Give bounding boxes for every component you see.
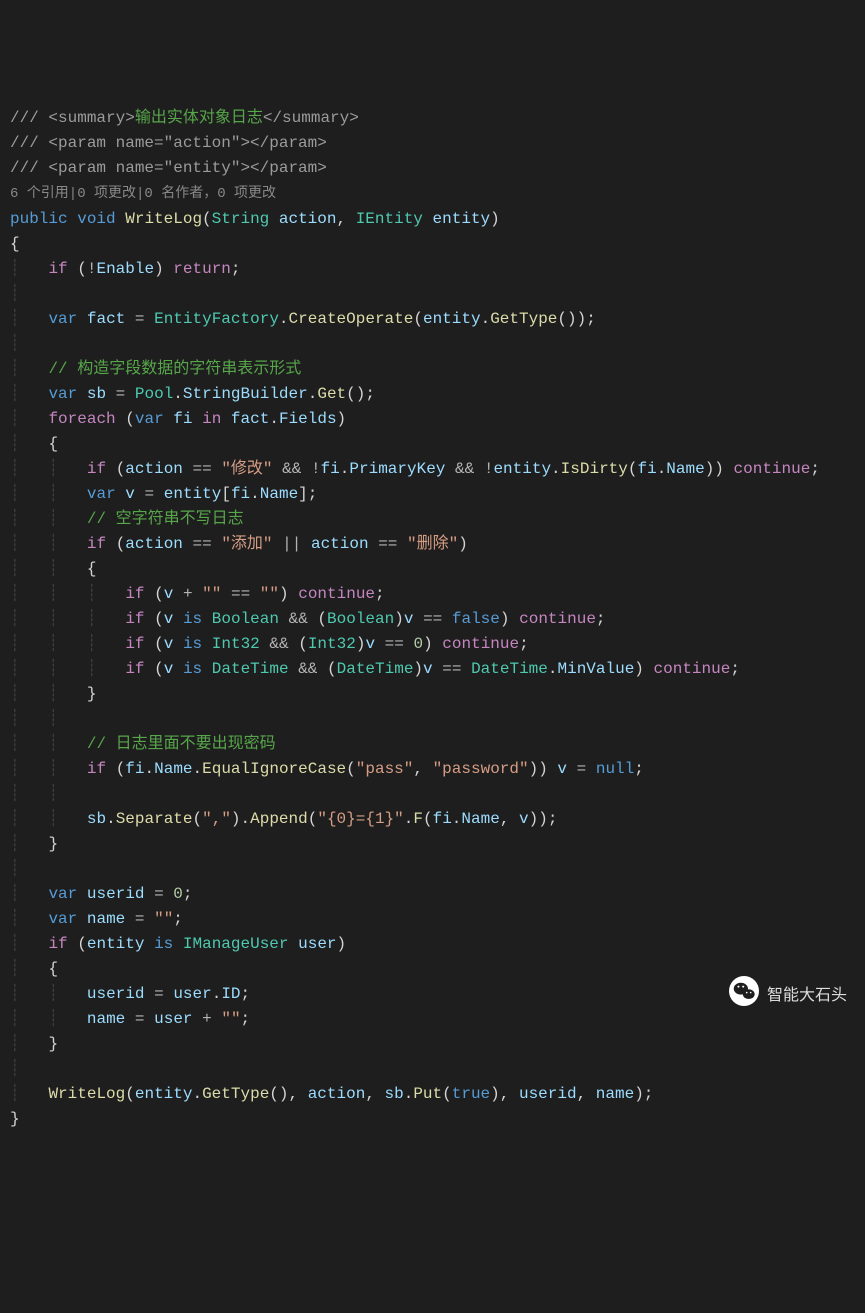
watermark-text: 智能大石头	[767, 983, 847, 1008]
comment: // 构造字段数据的字符串表示形式	[48, 360, 301, 378]
codelens[interactable]: 6 个引用|0 项更改|0 名作者，0 项更改	[10, 186, 276, 202]
xml-doc-summary: /// <summary>输出实体对象日志</summary>	[10, 109, 359, 127]
xml-doc-param1: /// <param name="action"></param>	[10, 134, 327, 152]
xml-doc-param2: /// <param name="entity"></param>	[10, 159, 327, 177]
watermark: 智能大石头	[711, 951, 847, 1039]
comment: // 日志里面不要出现密码	[87, 735, 276, 753]
wechat-icon	[711, 951, 759, 1039]
comment: // 空字符串不写日志	[87, 510, 244, 528]
method-name: WriteLog	[125, 210, 202, 228]
